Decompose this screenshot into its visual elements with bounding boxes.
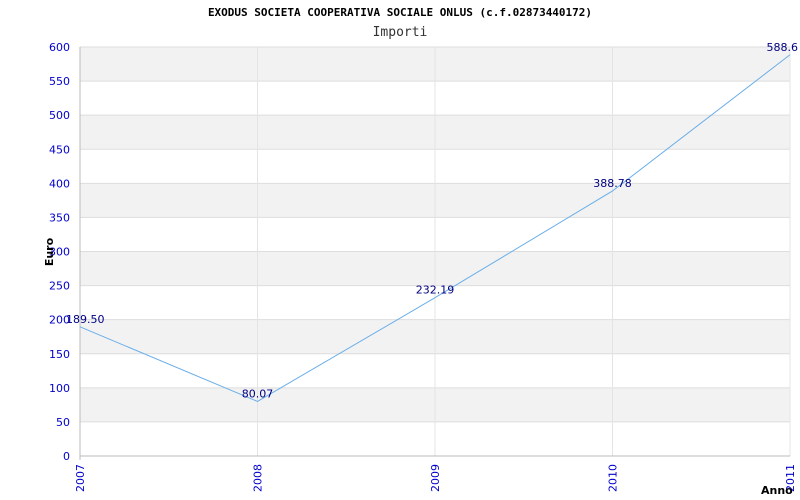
x-axis-label: Anno <box>761 484 793 497</box>
y-tick-label: 600 <box>49 41 70 54</box>
y-tick-label: 500 <box>49 109 70 122</box>
chart-container: EXODUS SOCIETA COOPERATIVA SOCIALE ONLUS… <box>0 0 800 500</box>
y-tick-label: 450 <box>49 143 70 156</box>
y-tick-label: 400 <box>49 177 70 190</box>
data-label: 189.50 <box>66 313 105 326</box>
y-tick-label: 100 <box>49 382 70 395</box>
data-label: 388.78 <box>593 177 632 190</box>
y-tick-label: 250 <box>49 280 70 293</box>
data-label: 80.07 <box>242 387 274 400</box>
x-tick-label: 2007 <box>74 464 87 492</box>
x-tick-label: 2008 <box>252 464 265 492</box>
x-tick-label: 2009 <box>429 464 442 492</box>
x-tick-label: 2010 <box>607 464 620 492</box>
y-tick-label: 350 <box>49 211 70 224</box>
y-axis-label: Euro <box>43 237 56 266</box>
y-tick-label: 50 <box>56 416 70 429</box>
y-tick-label: 0 <box>63 450 70 463</box>
data-label: 588.6 <box>767 41 799 54</box>
data-label: 232.19 <box>416 284 455 297</box>
y-tick-label: 150 <box>49 348 70 361</box>
y-tick-label: 550 <box>49 75 70 88</box>
line-chart: 0501001502002503003504004505005506002007… <box>43 41 799 497</box>
